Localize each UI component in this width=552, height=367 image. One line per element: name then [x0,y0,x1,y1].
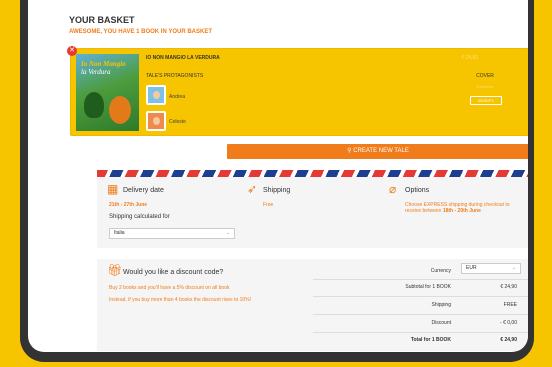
avatar-face [153,91,160,99]
country-selected: Italia [114,230,125,236]
divider [313,279,528,280]
shipping-calculated-label: Shipping calculated for [109,214,170,220]
discount-title: Would you like a discount code? [123,269,224,276]
rocket-icon: ➶ [247,182,258,196]
book-name: IO NON MANGIO LA VERDURA [146,55,220,61]
shipping-title: Shipping [263,187,291,194]
chevron-down-icon: ⌄ [511,265,516,271]
shipping-total-label: Shipping [431,302,451,308]
options-title: Options [405,187,430,194]
currency-label: Currency [430,268,451,274]
screen: YOUR BASKET AWESOME, YOU HAVE 1 BOOK IN … [28,0,528,352]
avatar [146,111,166,131]
cover-title-line1: Io Non Mangio [81,60,126,68]
page-title: YOUR BASKET [69,15,135,25]
delivery-date-value: 21th - 27th June [109,202,148,208]
calendar-icon: ▦ [107,182,119,196]
shipping-value: Free [263,202,274,208]
book-cover-image: Io Non Mangio la Verdura [76,54,139,131]
avatar-face [153,117,160,125]
chevron-down-icon: ⌄ [225,230,230,236]
magic-wand-icon: ⚲ [347,148,352,154]
paperclip-icon: ⌀ [389,182,397,196]
country-select[interactable]: Italia ⌄ [109,228,235,239]
basket-item: ✕ Io Non Mangio la Verdura IO NON MANGIO… [67,46,528,136]
protagonists-label: TALE'S PROTAGONISTS [146,73,204,79]
delivery-date-title: Delivery date [123,187,164,194]
currency-selected: EUR [466,265,477,271]
grand-total-value: € 24,90 [500,337,517,343]
divider [313,296,528,297]
discount-total-label: Discount [431,320,451,326]
divider [313,314,528,315]
cover-illustration-character [109,96,131,124]
cover-title-line2: la Verdura [81,68,111,76]
discount-info-line2: Instead, if you buy more than 4 books th… [109,297,252,303]
create-new-tale-label: CREATE NEW TALE [353,148,409,154]
currency-select[interactable]: EUR ⌄ [461,263,521,274]
create-new-tale-button[interactable]: ⚲ CREATE NEW TALE [227,144,528,159]
subtotal-value: € 24,90 [500,284,517,290]
item-price: € 24,90 [461,55,478,61]
shipping-total-value: FREE [503,302,517,308]
gift-icon: 🎁︎ [107,263,123,277]
discount-total-value: - € 0,00 [500,320,517,326]
modify-button[interactable]: MODIFY [470,96,502,105]
airmail-stripe [97,170,528,177]
discount-totals-panel: 🎁︎ Would you like a discount code? Buy 2… [97,259,528,351]
avatar [146,85,166,105]
discount-info-line1: Buy 2 books and you'll have a 5% discoun… [109,285,230,291]
basket-count-message: AWESOME, YOU HAVE 1 BOOK IN YOUR BASKET [69,29,213,35]
subtotal-label: Subtotal for 1 BOOK [405,284,451,290]
divider [313,332,528,333]
protagonist-name: Andrea [169,94,186,100]
options-express-dates: 18th - 20th June [442,208,481,214]
cover-type-value: Softcover [476,84,494,89]
cover-illustration-character [84,92,104,118]
delivery-panel: ▦ Delivery date 21th - 27th June Shippin… [97,170,528,248]
cover-type-label: COVER [476,73,494,79]
cover-title: Io Non Mangio la Verdura [81,60,126,76]
grand-total-label: Total for 1 BOOK [410,337,451,343]
options-text: Choose EXPRESS shipping during checkout … [405,202,515,214]
protagonist-name: Celeste [169,119,186,125]
